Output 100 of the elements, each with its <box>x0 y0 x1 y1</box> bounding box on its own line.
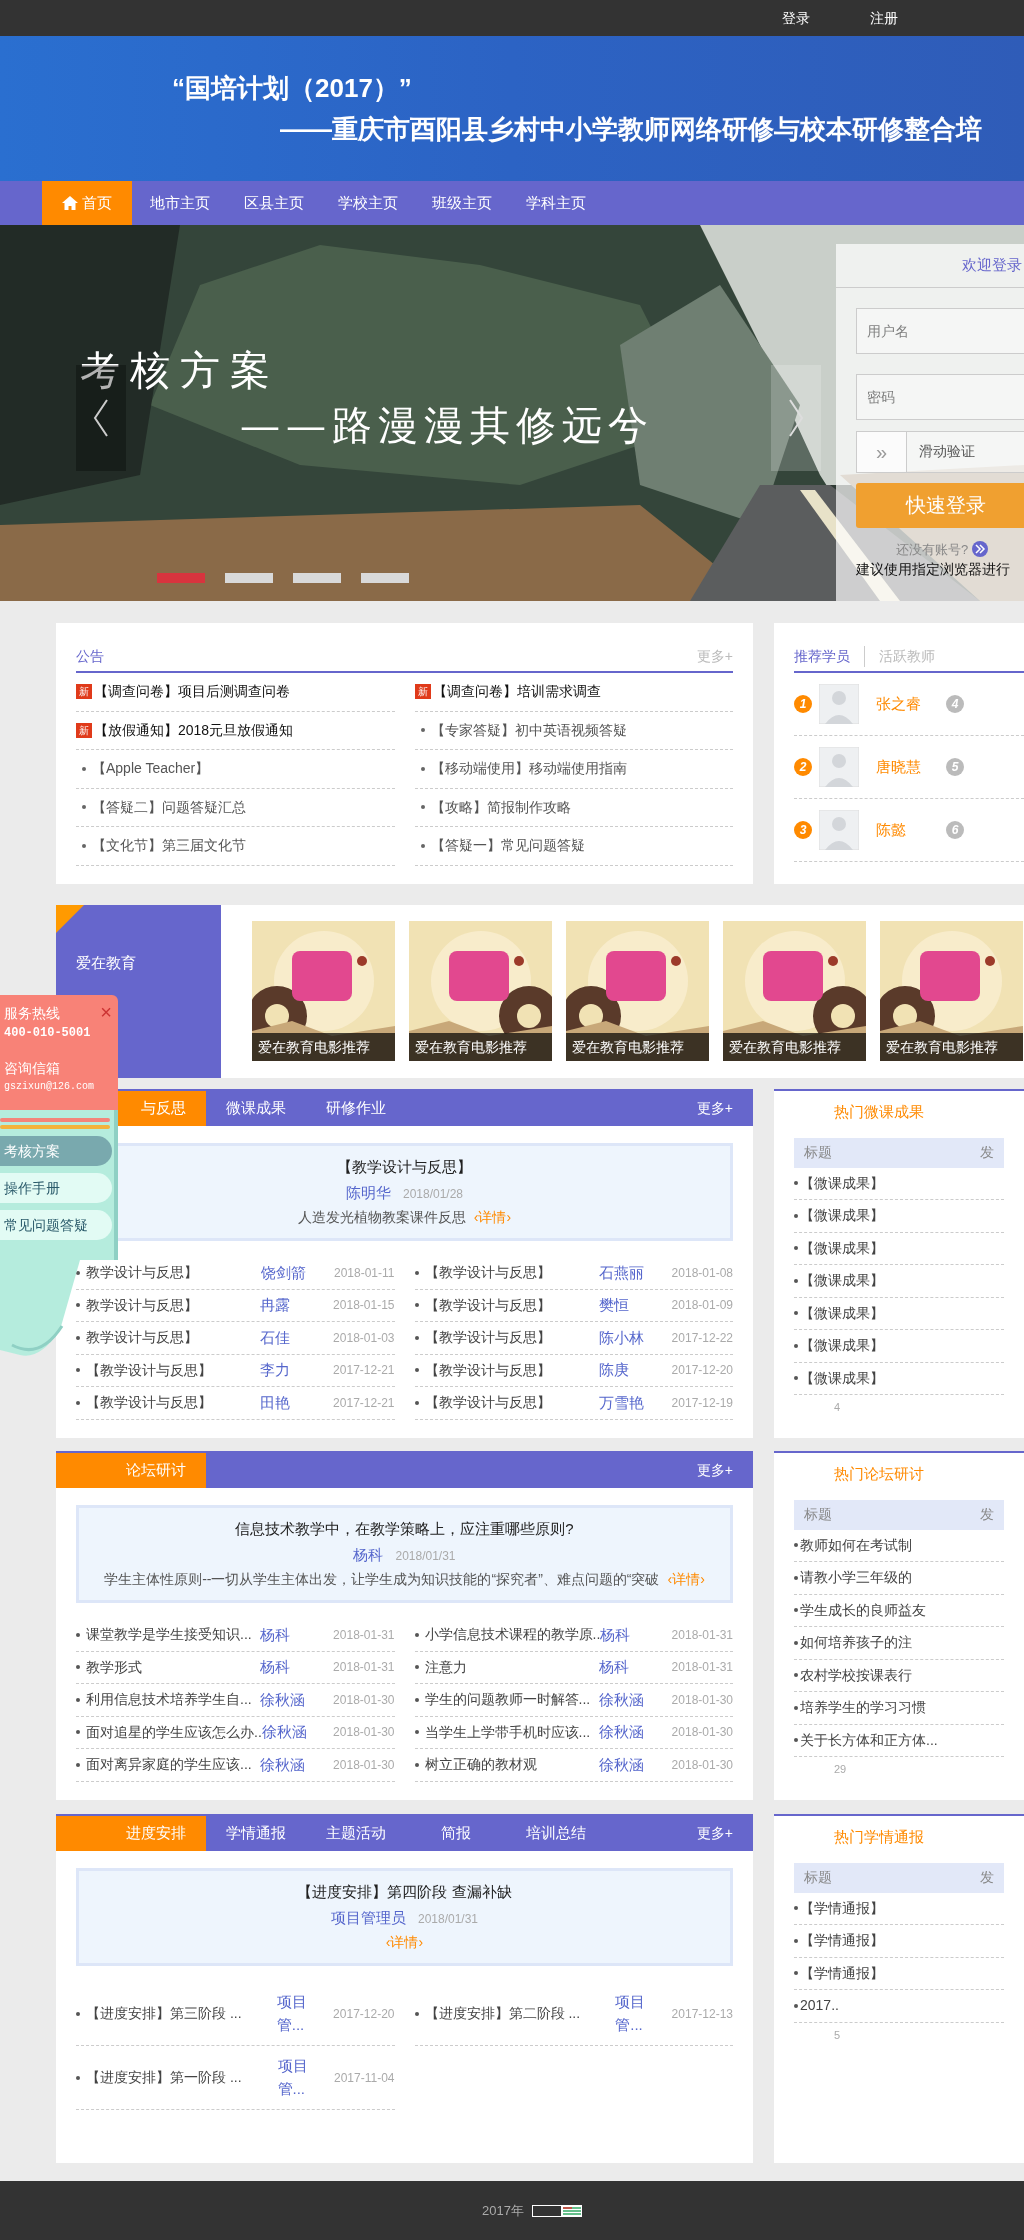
post-title[interactable]: 【教学设计与反思】 <box>86 1392 261 1414</box>
notice-item[interactable]: 【调查问卷】培训需求调查 <box>432 681 601 703</box>
post-title[interactable]: 面对离异家庭的学生应该... <box>86 1754 261 1776</box>
post-title[interactable]: 教学设计与反思】 <box>86 1327 261 1349</box>
section-tab[interactable]: 主题活动 <box>306 1816 406 1851</box>
post-author[interactable]: 徐秋涵 <box>260 1688 314 1711</box>
side-item[interactable]: 培养学生的学习习惯 <box>800 1697 940 1719</box>
notice-item[interactable]: 【答疑二】问题答疑汇总 <box>92 796 246 818</box>
post-title[interactable]: 教学设计与反思】 <box>86 1294 261 1316</box>
notice-item[interactable]: 【Apple Teacher】 <box>92 758 210 780</box>
post-author[interactable]: 冉露 <box>260 1294 314 1317</box>
side-item[interactable]: 【微课成果】 <box>800 1270 940 1292</box>
post-title[interactable]: 【教学设计与反思】 <box>424 1294 599 1316</box>
side-item[interactable]: 【学情通报】 <box>800 1962 940 1984</box>
side-item[interactable]: 【学情通报】 <box>800 1897 940 1919</box>
notice-item[interactable]: 【调查问卷】项目后测调查问卷 <box>94 681 290 703</box>
side-item[interactable]: 农村学校按课表行 <box>800 1664 940 1686</box>
side-item[interactable]: 【微课成果】 <box>800 1367 940 1389</box>
recommend-tab[interactable]: 推荐学员 <box>794 645 850 667</box>
post-title[interactable]: 【教学设计与反思】 <box>424 1359 599 1381</box>
more-link[interactable]: 更多+ <box>676 1091 753 1126</box>
movie-thumbnail[interactable]: 爱在教育电影推荐 <box>880 921 1023 1061</box>
nav-tab[interactable]: 学科主页 <box>510 181 602 225</box>
post-author[interactable]: 徐秋涵 <box>598 1753 652 1776</box>
post-author[interactable]: 田艳 <box>260 1391 314 1414</box>
section-tab[interactable]: 研修作业 <box>306 1091 406 1126</box>
side-item[interactable]: 【微课成果】 <box>800 1172 940 1194</box>
post-title[interactable]: 【教学设计与反思】 <box>86 1359 261 1381</box>
post-title[interactable]: 【教学设计与反思】 <box>424 1327 599 1349</box>
post-author[interactable]: 徐秋涵 <box>598 1688 652 1711</box>
side-item[interactable]: 如何培养孩子的注 <box>800 1632 940 1654</box>
slide-indicator[interactable] <box>293 573 341 583</box>
post-title[interactable]: 小学信息技术课程的教学原.. <box>424 1624 601 1646</box>
notice-item[interactable]: 【文化节】第三届文化节 <box>92 835 246 857</box>
nav-tab[interactable]: 地市主页 <box>134 181 226 225</box>
featured-title[interactable]: 【进度安排】第四阶段 查漏补缺 <box>297 1881 512 1904</box>
top-link[interactable]: 登录 <box>782 7 810 29</box>
nav-tab[interactable]: 学校主页 <box>322 181 414 225</box>
post-author[interactable]: 项目管... <box>615 1991 652 2036</box>
side-item[interactable]: 关于长方体和正方体... <box>800 1729 940 1751</box>
post-author[interactable]: 石燕丽 <box>598 1261 652 1284</box>
post-author[interactable]: 石佳 <box>260 1326 314 1349</box>
post-title[interactable]: 利用信息技术培养学生自... <box>86 1689 261 1711</box>
nav-tab[interactable]: 班级主页 <box>416 181 508 225</box>
side-item[interactable]: 2017.. <box>800 1995 940 2017</box>
post-author[interactable]: 项目管... <box>277 2055 314 2100</box>
post-author[interactable]: 徐秋涵 <box>261 1721 314 1744</box>
section-tab[interactable]: 学情通报 <box>206 1816 306 1851</box>
movie-thumbnail[interactable]: 爱在教育电影推荐 <box>566 921 709 1061</box>
post-title[interactable]: 【进度安排】第三阶段 ... <box>86 2003 277 2024</box>
featured-title[interactable]: 【教学设计与反思】 <box>337 1156 472 1179</box>
post-author[interactable]: 李力 <box>260 1359 314 1382</box>
post-author[interactable]: 杨科 <box>598 1656 652 1679</box>
side-item[interactable]: 【微课成果】 <box>800 1237 940 1259</box>
post-author[interactable]: 樊恒 <box>598 1294 652 1317</box>
post-author[interactable]: 万雪艳 <box>598 1391 652 1414</box>
featured-title[interactable]: 信息技术教学中，在教学策略上，应注重哪些原则? <box>235 1518 574 1541</box>
top-link[interactable]: 注册 <box>870 7 898 29</box>
featured-author[interactable]: 项目管理员 <box>330 1906 406 1929</box>
nav-tab[interactable]: 区县主页 <box>228 181 320 225</box>
username-field[interactable]: 用户名 <box>856 307 1024 354</box>
post-author[interactable]: 杨科 <box>260 1623 314 1646</box>
help-menu-item[interactable]: 常见问题答疑 <box>0 1210 112 1240</box>
section-tab[interactable]: 简报 <box>406 1816 506 1851</box>
side-item[interactable]: 教师如何在考试制 <box>800 1534 940 1556</box>
post-title[interactable]: 【教学设计与反思】 <box>424 1262 599 1284</box>
post-title[interactable]: 【进度安排】第一阶段 ... <box>86 2067 278 2088</box>
post-title[interactable]: 注意力 <box>424 1656 599 1678</box>
post-title[interactable]: 教学形式 <box>86 1656 261 1678</box>
password-field[interactable]: 密码 <box>856 373 1024 420</box>
side-item[interactable]: 请教小学三年级的 <box>800 1567 940 1589</box>
post-author[interactable]: 杨科 <box>600 1623 652 1646</box>
side-item[interactable]: 【微课成果】 <box>800 1302 940 1324</box>
post-title[interactable]: 树立正确的教材观 <box>424 1754 599 1776</box>
slide-indicator[interactable] <box>157 573 205 583</box>
post-title[interactable]: 面对追星的学生应该怎么办.. <box>86 1721 262 1743</box>
help-menu-item[interactable]: 操作手册 <box>0 1173 112 1203</box>
slide-indicator[interactable] <box>225 573 273 583</box>
featured-author[interactable]: 杨科 <box>353 1543 384 1566</box>
more-link[interactable]: 更多+ <box>676 1816 753 1851</box>
notice-item[interactable]: 【专家答疑】初中英语视频答疑 <box>430 719 627 741</box>
post-author[interactable]: 杨科 <box>260 1656 314 1679</box>
post-author[interactable]: 徐秋涵 <box>260 1753 314 1776</box>
side-item[interactable]: 【微课成果】 <box>800 1205 940 1227</box>
post-title[interactable]: 当学生上学带手机时应该... <box>424 1721 599 1743</box>
post-title[interactable]: 教学设计与反思】 <box>86 1262 261 1284</box>
slide-indicator[interactable] <box>361 573 409 583</box>
post-author[interactable]: 陈小林 <box>598 1326 652 1349</box>
post-author[interactable]: 项目管... <box>276 1991 314 2036</box>
side-item[interactable]: 【微课成果】 <box>800 1335 940 1357</box>
next-slide-button[interactable] <box>771 365 821 471</box>
movie-thumbnail[interactable]: 爱在教育电影推荐 <box>409 921 552 1061</box>
notice-item[interactable]: 【答疑一】常见问题答疑 <box>430 835 585 857</box>
notice-item[interactable]: 【放假通知】2018元旦放假通知 <box>94 719 294 741</box>
section-tab[interactable]: 培训总结 <box>506 1816 606 1851</box>
post-title[interactable]: 学生的问题教师一时解答... <box>424 1689 599 1711</box>
notice-item[interactable]: 【移动端使用】移动端使用指南 <box>430 758 627 780</box>
section-tab[interactable]: 微课成果 <box>206 1091 306 1126</box>
post-title[interactable]: 【进度安排】第二阶段 ... <box>424 2003 616 2024</box>
more-link[interactable]: 更多+ <box>676 1453 753 1488</box>
